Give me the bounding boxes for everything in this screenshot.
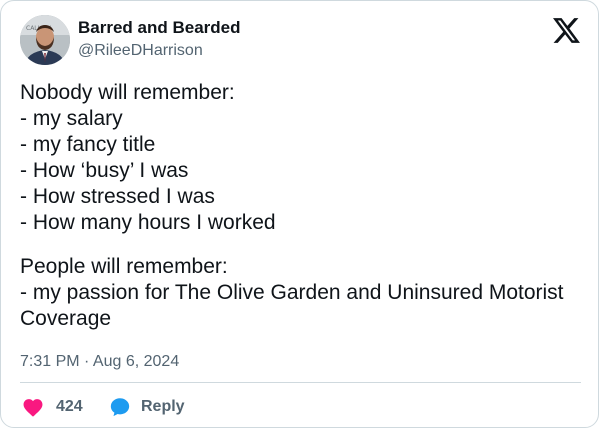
reply-label: Reply — [141, 398, 185, 415]
heart-icon — [23, 399, 43, 417]
tweet-line: - How stressed I was — [20, 185, 215, 209]
tweet-line: - my salary — [20, 107, 123, 131]
like-button[interactable]: 424 — [22, 395, 83, 419]
like-count: 424 — [56, 398, 83, 415]
profile-photo: CALLAW — [20, 15, 70, 65]
tweet-line: - my fancy title — [20, 133, 156, 157]
x-logo-icon[interactable] — [553, 18, 580, 43]
tweet-line: - How many hours I worked — [20, 211, 276, 235]
tweet-line: - my passion for The Olive Garden and Un… — [20, 280, 564, 330]
divider — [20, 382, 581, 383]
tweet-text: Nobody will remember: - my salary - my f… — [20, 80, 585, 332]
tweet-line: - How ‘busy’ I was — [20, 159, 189, 183]
tweet-timestamp[interactable]: 7:31 PM · Aug 6, 2024 — [20, 353, 179, 371]
author-handle[interactable]: @RileeDHarrison — [78, 42, 203, 60]
author-avatar[interactable]: CALLAW — [20, 15, 70, 65]
speech-bubble-icon — [110, 398, 130, 417]
tweet-line: People will remember: — [20, 254, 228, 278]
reply-button[interactable]: Reply — [109, 395, 185, 419]
tweet-line: Nobody will remember: — [20, 81, 235, 104]
tweet-card: CALLAW Barred and Bearded @RileeDHarriso… — [0, 0, 599, 428]
author-name[interactable]: Barred and Bearded — [78, 18, 241, 38]
